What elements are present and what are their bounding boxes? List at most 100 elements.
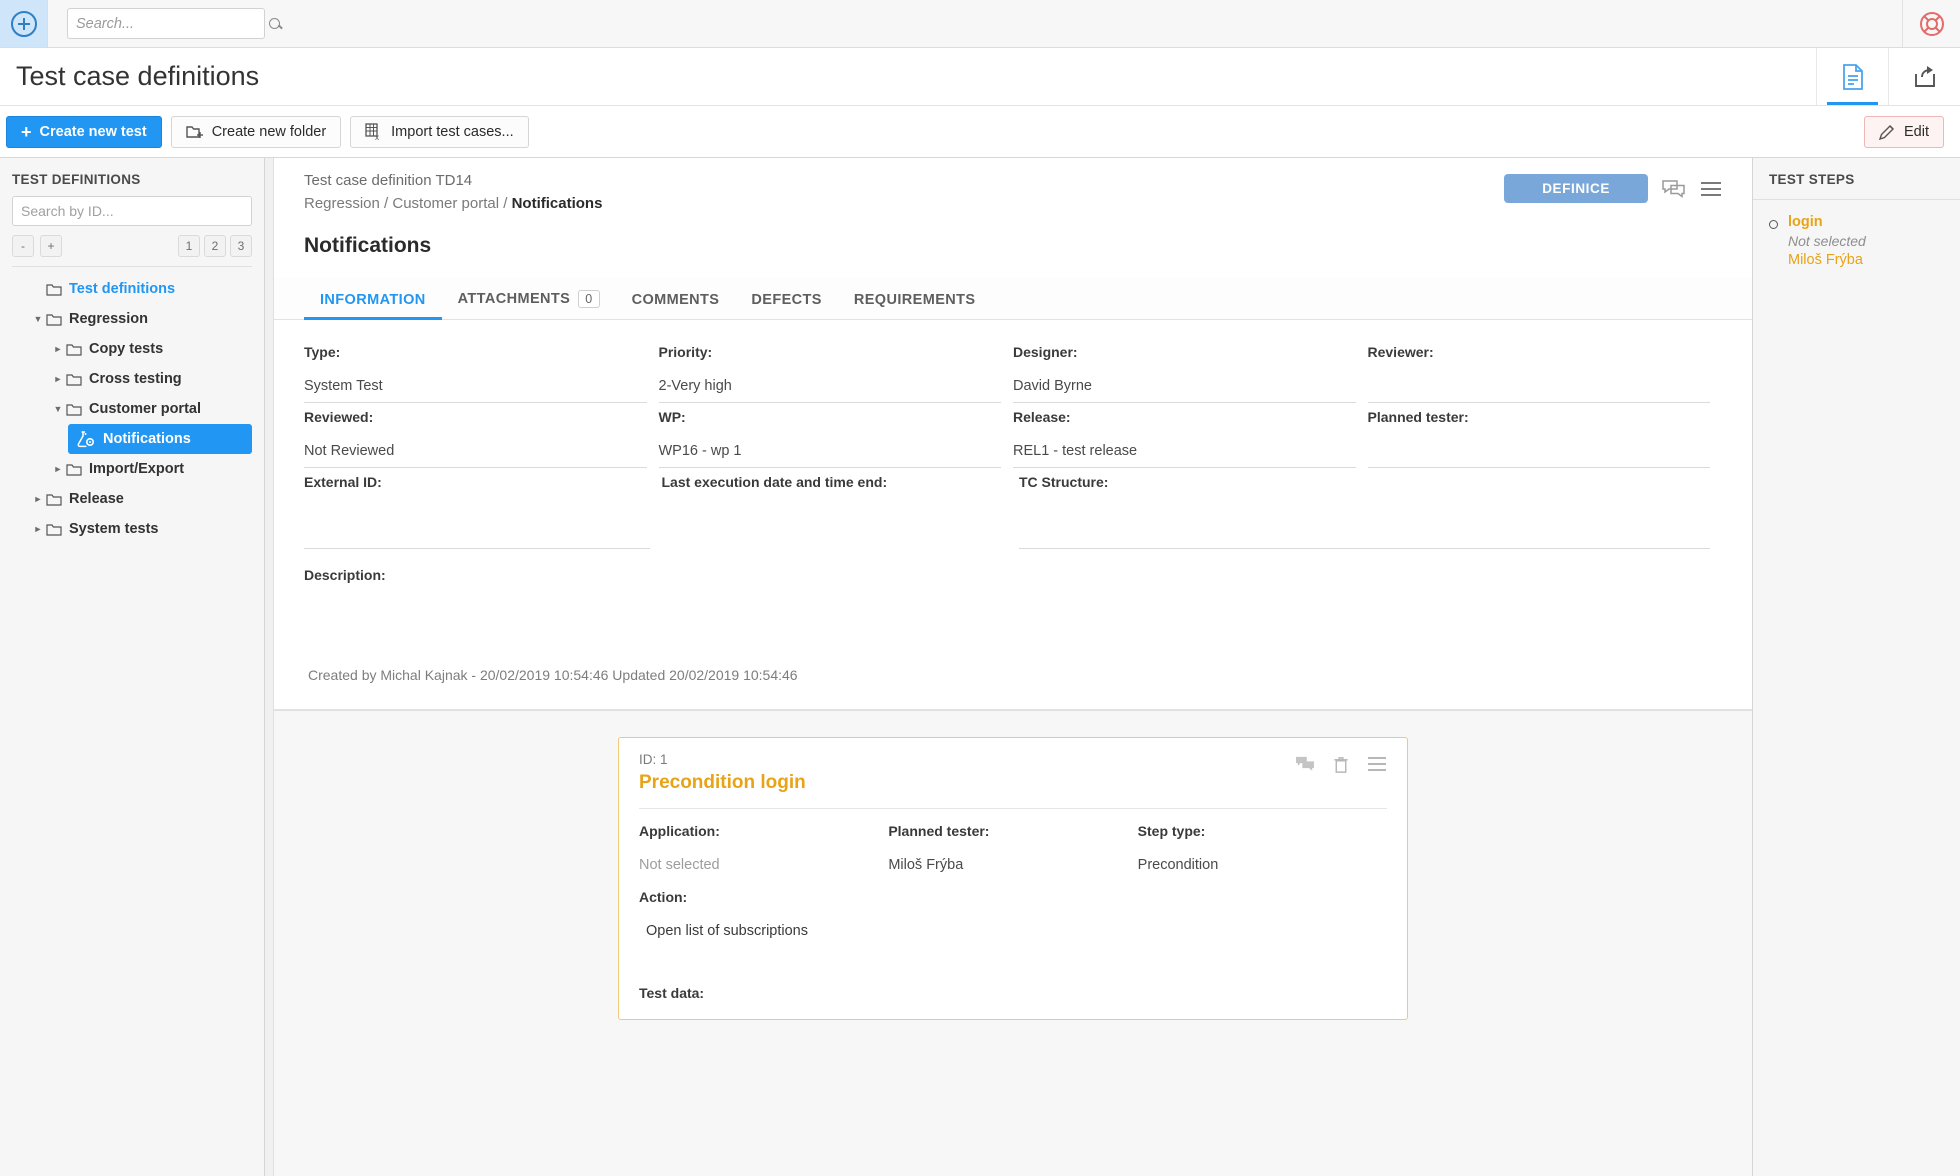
- add-button[interactable]: [0, 0, 48, 47]
- view-tabs: [1816, 48, 1960, 105]
- form-row-3: External ID: Last execution date and tim…: [304, 474, 1722, 555]
- field-value[interactable]: Precondition: [1138, 857, 1387, 873]
- tree-item-notifications[interactable]: Notifications: [68, 424, 252, 454]
- tab-defects[interactable]: DEFECTS: [735, 280, 837, 319]
- field-value[interactable]: Open list of subscriptions: [639, 923, 1387, 939]
- content-scrollbar[interactable]: [265, 158, 274, 1176]
- tree-item-regression[interactable]: ▼ Regression: [12, 304, 252, 334]
- hamburger-menu-icon[interactable]: [1367, 756, 1387, 772]
- tab-label: INFORMATION: [320, 292, 426, 308]
- chevron-down-icon[interactable]: ▼: [30, 314, 46, 324]
- action-toolbar: + Create new test Create new folder x Im…: [0, 106, 1960, 158]
- field-label: Test data:: [639, 985, 1387, 1001]
- import-test-cases-button[interactable]: x Import test cases...: [350, 116, 529, 148]
- tree-level-2-button[interactable]: 2: [204, 235, 226, 257]
- step-field-action: Action: Open list of subscriptions: [639, 873, 1387, 939]
- step-name[interactable]: Precondition login: [639, 772, 806, 794]
- field-value[interactable]: Not Reviewed: [304, 443, 647, 468]
- field-value[interactable]: David Byrne: [1013, 378, 1356, 403]
- folder-icon: [66, 403, 82, 416]
- chevron-right-icon[interactable]: ►: [30, 524, 46, 534]
- comment-bubbles-icon[interactable]: [1662, 179, 1686, 199]
- tree-item-test-definitions[interactable]: Test definitions: [12, 274, 252, 304]
- create-new-test-label: Create new test: [40, 124, 147, 140]
- lifebuoy-icon: [1919, 11, 1945, 37]
- create-new-folder-button[interactable]: Create new folder: [171, 116, 341, 148]
- tree-item-import-export[interactable]: ► Import/Export: [12, 454, 252, 484]
- field-value[interactable]: System Test: [304, 378, 647, 403]
- field-value[interactable]: [304, 524, 650, 549]
- tab-export-view[interactable]: [1888, 48, 1960, 105]
- detail-title: Notifications: [304, 234, 1722, 258]
- tab-requirements[interactable]: REQUIREMENTS: [838, 280, 992, 319]
- tree-item-cross-testing[interactable]: ► Cross testing: [12, 364, 252, 394]
- search-icon: [269, 18, 280, 29]
- field-value[interactable]: REL1 - test release: [1013, 443, 1356, 468]
- chevron-right-icon[interactable]: ►: [50, 374, 66, 384]
- tree-item-copy-tests[interactable]: ► Copy tests: [12, 334, 252, 364]
- trash-icon[interactable]: [1333, 756, 1349, 774]
- tree-level-1-button[interactable]: 1: [178, 235, 200, 257]
- tab-attachments[interactable]: ATTACHMENTS 0: [442, 278, 616, 319]
- test-steps-panel: TEST STEPS login Not selected Miloš Frýb…: [1753, 158, 1960, 1176]
- form-row-2: Reviewed: Not Reviewed WP: WP16 - wp 1 R…: [304, 409, 1722, 474]
- collapse-all-button[interactable]: -: [12, 235, 34, 257]
- field-label: Reviewer:: [1368, 344, 1711, 360]
- expand-all-button[interactable]: +: [40, 235, 62, 257]
- hamburger-menu-icon[interactable]: [1700, 180, 1722, 198]
- field-value[interactable]: [1019, 524, 1710, 549]
- test-case-flask-icon: [76, 431, 96, 448]
- field-value[interactable]: Not selected: [639, 857, 888, 873]
- description-body[interactable]: [304, 583, 1722, 661]
- test-definitions-panel: TEST DEFINITIONS - + 1 2 3 Test definiti…: [0, 158, 265, 1176]
- field-planned-tester: Planned tester:: [1368, 409, 1723, 474]
- field-label: Step type:: [1138, 823, 1387, 839]
- test-step-card: ID: 1 Precondition login: [618, 737, 1408, 1020]
- comment-bubbles-icon[interactable]: [1295, 756, 1315, 773]
- tree-item-system-tests[interactable]: ► System tests: [12, 514, 252, 544]
- tab-definition-view[interactable]: [1816, 48, 1888, 105]
- tab-comments[interactable]: COMMENTS: [616, 280, 736, 319]
- tree-item-label: Regression: [69, 311, 148, 327]
- create-new-test-button[interactable]: + Create new test: [6, 116, 162, 148]
- field-value[interactable]: [1368, 378, 1711, 403]
- field-value[interactable]: [1368, 443, 1711, 468]
- tree-item-label: Customer portal: [89, 401, 201, 417]
- tree-item-label: System tests: [69, 521, 158, 537]
- chevron-down-icon[interactable]: ▼: [50, 404, 66, 414]
- chevron-right-icon[interactable]: ►: [50, 464, 66, 474]
- search-input[interactable]: [76, 16, 265, 32]
- search-box[interactable]: [67, 8, 265, 39]
- test-step-list-item[interactable]: login Not selected Miloš Frýba: [1753, 200, 1960, 268]
- tree-item-label: Test definitions: [69, 281, 175, 297]
- tab-information[interactable]: INFORMATION: [304, 280, 442, 319]
- edit-button[interactable]: Edit: [1864, 116, 1944, 148]
- tab-label: REQUIREMENTS: [854, 292, 976, 308]
- detail-header: Test case definition TD14 Regression / C…: [274, 158, 1752, 258]
- step-field-row: Application: Not selected Planned tester…: [639, 809, 1387, 873]
- step-item-name: login: [1788, 214, 1866, 230]
- help-button[interactable]: [1902, 0, 1960, 47]
- tree-item-label: Release: [69, 491, 124, 507]
- field-value[interactable]: 2-Very high: [659, 378, 1002, 403]
- breadcrumb-prefix[interactable]: Regression / Customer portal /: [304, 195, 512, 212]
- test-steps-area: ID: 1 Precondition login: [274, 710, 1752, 1176]
- tree-item-release[interactable]: ► Release: [12, 484, 252, 514]
- main-area: TEST DEFINITIONS - + 1 2 3 Test definiti…: [0, 158, 1960, 1176]
- field-wp: WP: WP16 - wp 1: [659, 409, 1014, 474]
- chevron-right-icon[interactable]: ►: [30, 494, 46, 504]
- tree-item-label: Copy tests: [89, 341, 163, 357]
- field-label: WP:: [659, 409, 1002, 425]
- tree-level-3-button[interactable]: 3: [230, 235, 252, 257]
- page-title: Test case definitions: [0, 61, 259, 92]
- sidebar-search-input[interactable]: [12, 196, 252, 226]
- field-label: Planned tester:: [888, 823, 1137, 839]
- field-value[interactable]: [662, 524, 1008, 549]
- definice-button[interactable]: DEFINICE: [1504, 174, 1648, 203]
- chevron-right-icon[interactable]: ►: [50, 344, 66, 354]
- field-value[interactable]: Miloš Frýba: [888, 857, 1137, 873]
- tree-item-customer-portal[interactable]: ▼ Customer portal: [12, 394, 252, 424]
- import-test-cases-label: Import test cases...: [391, 124, 514, 140]
- field-value[interactable]: WP16 - wp 1: [659, 443, 1002, 468]
- detail-tabs: INFORMATION ATTACHMENTS 0 COMMENTS DEFEC…: [274, 278, 1752, 320]
